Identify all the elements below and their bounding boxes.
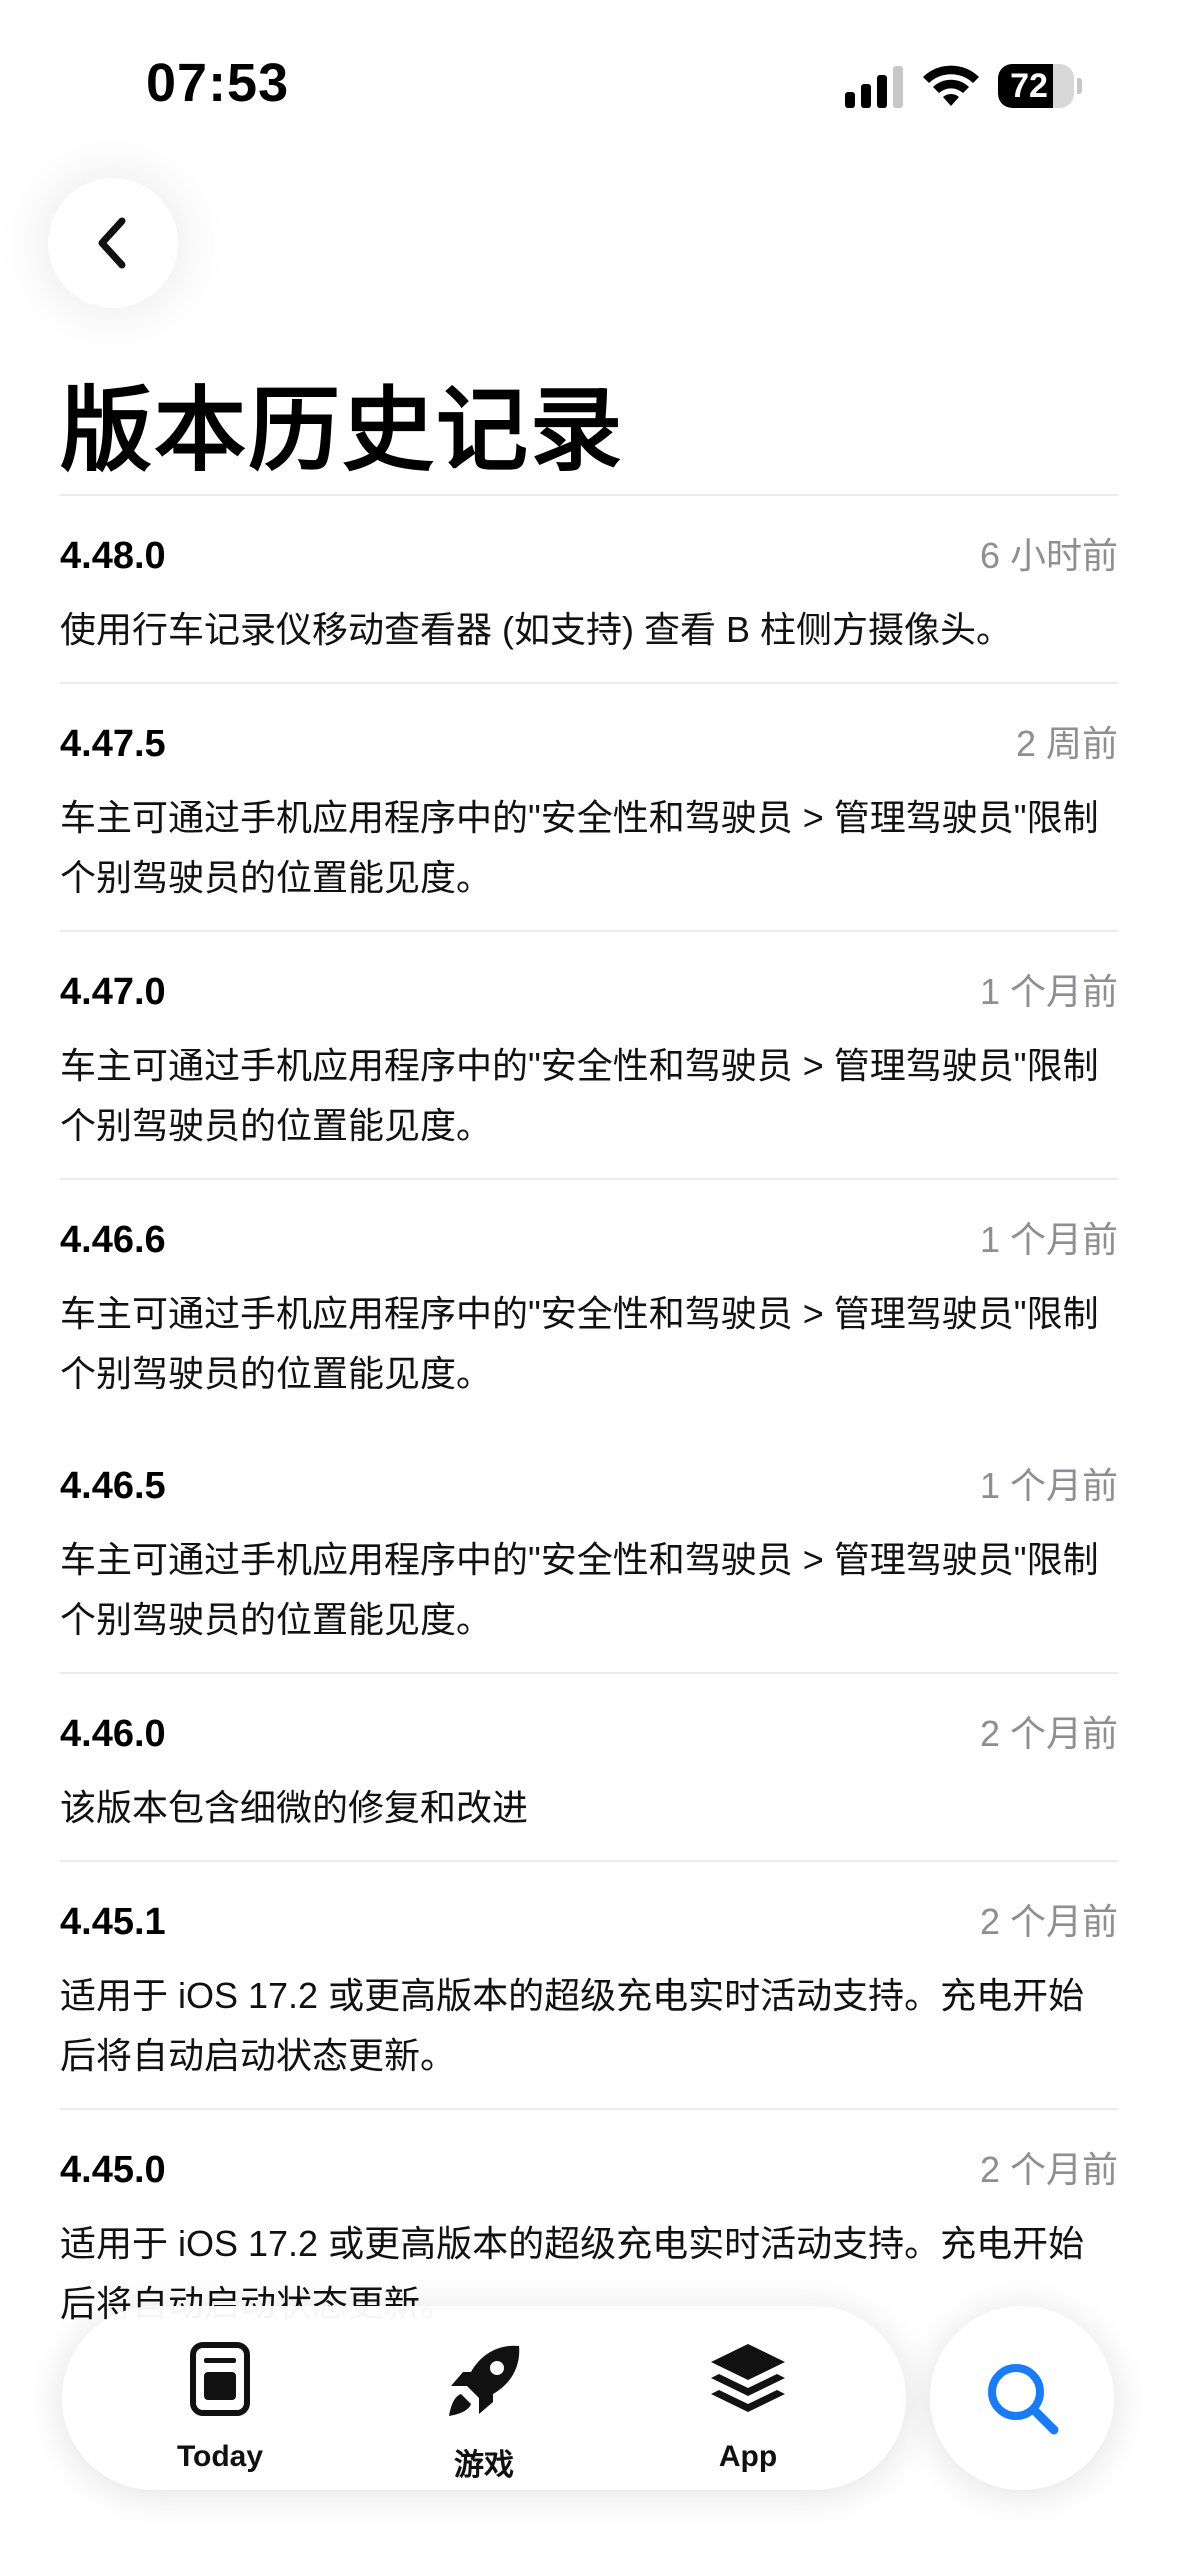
- tab-games-label: 游戏: [454, 2449, 514, 2482]
- status-time: 07:53: [146, 53, 290, 113]
- wifi-icon: [923, 65, 979, 106]
- version-notes: 车主可通过手机应用程序中的"安全性和驾驶员 > 管理驾驶员"限制个别驾驶员的位置…: [60, 1539, 1099, 1640]
- version-item: 4.46.0 2 个月前 该版本包含细微的修复和改进: [60, 1710, 1118, 1862]
- version-notes: 该版本包含细微的修复和改进: [60, 1787, 529, 1828]
- cellular-signal-icon: [845, 66, 903, 108]
- version-number: 4.45.0: [60, 2149, 166, 2191]
- battery-level: 72: [1010, 67, 1048, 105]
- version-date: 2 个月前: [979, 1713, 1118, 1754]
- tab-bar: Today 游戏 App: [62, 2306, 906, 2490]
- version-notes: 车主可通过手机应用程序中的"安全性和驾驶员 > 管理驾驶员"限制个别驾驶员的位置…: [60, 1293, 1099, 1394]
- version-date: 1 个月前: [979, 1219, 1118, 1260]
- version-item: 4.46.5 1 个月前 车主可通过手机应用程序中的"安全性和驾驶员 > 管理驾…: [60, 1462, 1118, 1674]
- version-date: 2 个月前: [979, 1901, 1118, 1942]
- version-number: 4.46.5: [60, 1465, 166, 1507]
- version-item: 4.45.1 2 个月前 适用于 iOS 17.2 或更高版本的超级充电实时活动…: [60, 1898, 1118, 2110]
- search-icon: [988, 2364, 1059, 2435]
- version-number: 4.46.0: [60, 1713, 166, 1755]
- version-date: 2 周前: [1015, 723, 1118, 764]
- search-button[interactable]: [930, 2306, 1114, 2490]
- version-date: 6 小时前: [979, 535, 1118, 576]
- version-notes: 车主可通过手机应用程序中的"安全性和驾驶员 > 管理驾驶员"限制个别驾驶员的位置…: [60, 797, 1099, 898]
- today-icon: [190, 2342, 250, 2416]
- version-date: 1 个月前: [979, 1465, 1118, 1506]
- rocket-icon: [449, 2345, 520, 2416]
- version-number: 4.48.0: [60, 535, 166, 577]
- version-number: 4.47.0: [60, 971, 166, 1013]
- version-item: 4.47.5 2 周前 车主可通过手机应用程序中的"安全性和驾驶员 > 管理驾驶…: [60, 720, 1118, 932]
- tab-today-label: Today: [176, 2440, 264, 2473]
- status-bar: 07:53 72: [0, 0, 1179, 170]
- version-date: 1 个月前: [979, 971, 1118, 1012]
- version-item: 4.48.0 6 小时前 使用行车记录仪移动查看器 (如支持) 查看 B 柱侧方…: [60, 532, 1118, 684]
- tab-today[interactable]: Today: [120, 2306, 320, 2490]
- back-button[interactable]: [48, 178, 178, 308]
- battery-icon: 72: [998, 64, 1074, 108]
- version-item: 4.47.0 1 个月前 车主可通过手机应用程序中的"安全性和驾驶员 > 管理驾…: [60, 968, 1118, 1180]
- tab-app[interactable]: App: [648, 2306, 848, 2490]
- version-number: 4.47.5: [60, 723, 166, 765]
- app-stack-icon: [711, 2344, 785, 2412]
- version-item: 4.46.6 1 个月前 车主可通过手机应用程序中的"安全性和驾驶员 > 管理驾…: [60, 1216, 1118, 1426]
- version-notes: 使用行车记录仪移动查看器 (如支持) 查看 B 柱侧方摄像头。: [60, 609, 1012, 650]
- chevron-left-icon: [98, 217, 126, 269]
- version-notes: 车主可通过手机应用程序中的"安全性和驾驶员 > 管理驾驶员"限制个别驾驶员的位置…: [60, 1045, 1099, 1146]
- version-notes: 适用于 iOS 17.2 或更高版本的超级充电实时活动支持。充电开始后将自动启动…: [60, 1975, 1085, 2076]
- version-date: 2 个月前: [979, 2149, 1118, 2190]
- version-number: 4.46.6: [60, 1219, 166, 1261]
- tab-games[interactable]: 游戏: [384, 2306, 584, 2490]
- battery-cap: [1077, 78, 1082, 94]
- version-number: 4.45.1: [60, 1901, 166, 1943]
- version-history-list: 4.48.0 6 小时前 使用行车记录仪移动查看器 (如支持) 查看 B 柱侧方…: [60, 496, 1118, 2356]
- page-title: 版本历史记录: [60, 380, 625, 482]
- tab-app-label: App: [718, 2440, 778, 2473]
